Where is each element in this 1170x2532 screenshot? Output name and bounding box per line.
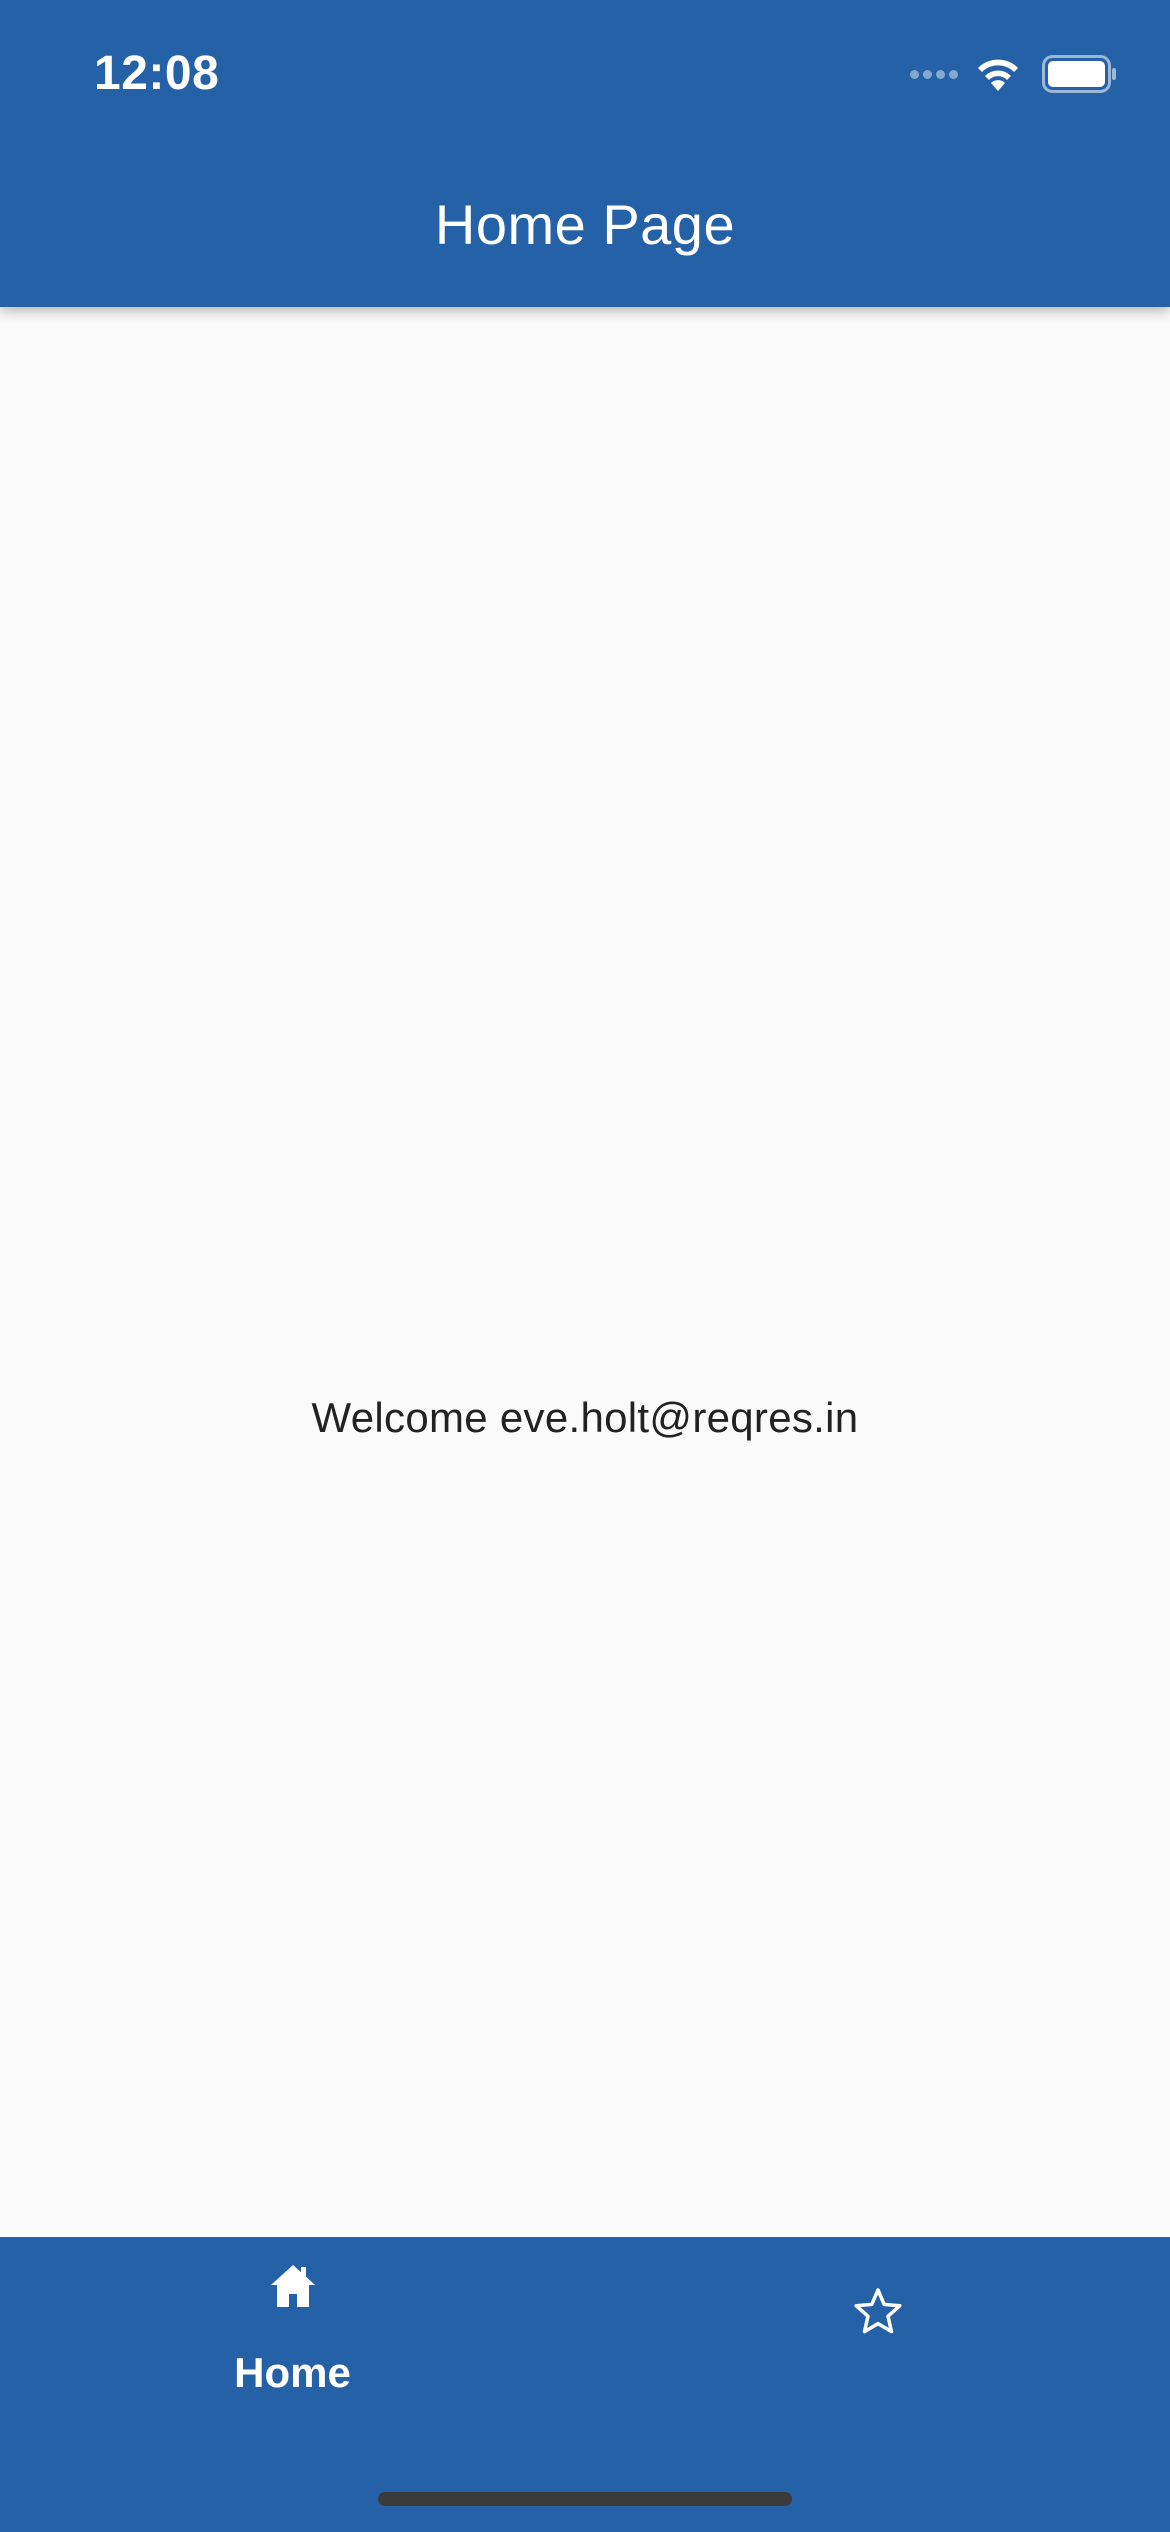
page-title: Home Page bbox=[434, 193, 736, 256]
nav-label-home: Home bbox=[234, 2349, 351, 2396]
home-indicator[interactable] bbox=[378, 2492, 792, 2506]
nav-item-home[interactable]: Home bbox=[0, 2237, 585, 2437]
star-outline-icon bbox=[854, 2288, 902, 2334]
main-content bbox=[0, 307, 1170, 2237]
home-icon bbox=[271, 2265, 315, 2307]
status-time: 12:08 bbox=[94, 47, 220, 100]
bottom-navigation-bar: Home bbox=[0, 2237, 1170, 2532]
welcome-message: Welcome eve.holt@reqres.in bbox=[311, 1394, 859, 1441]
status-icons bbox=[910, 52, 1118, 96]
battery-icon bbox=[1042, 55, 1116, 93]
cellular-signal-icon bbox=[910, 69, 962, 79]
wifi-icon bbox=[978, 59, 1018, 91]
nav-item-favorites[interactable] bbox=[585, 2237, 1170, 2437]
app-bar: 12:08 Home Page bbox=[0, 0, 1170, 307]
